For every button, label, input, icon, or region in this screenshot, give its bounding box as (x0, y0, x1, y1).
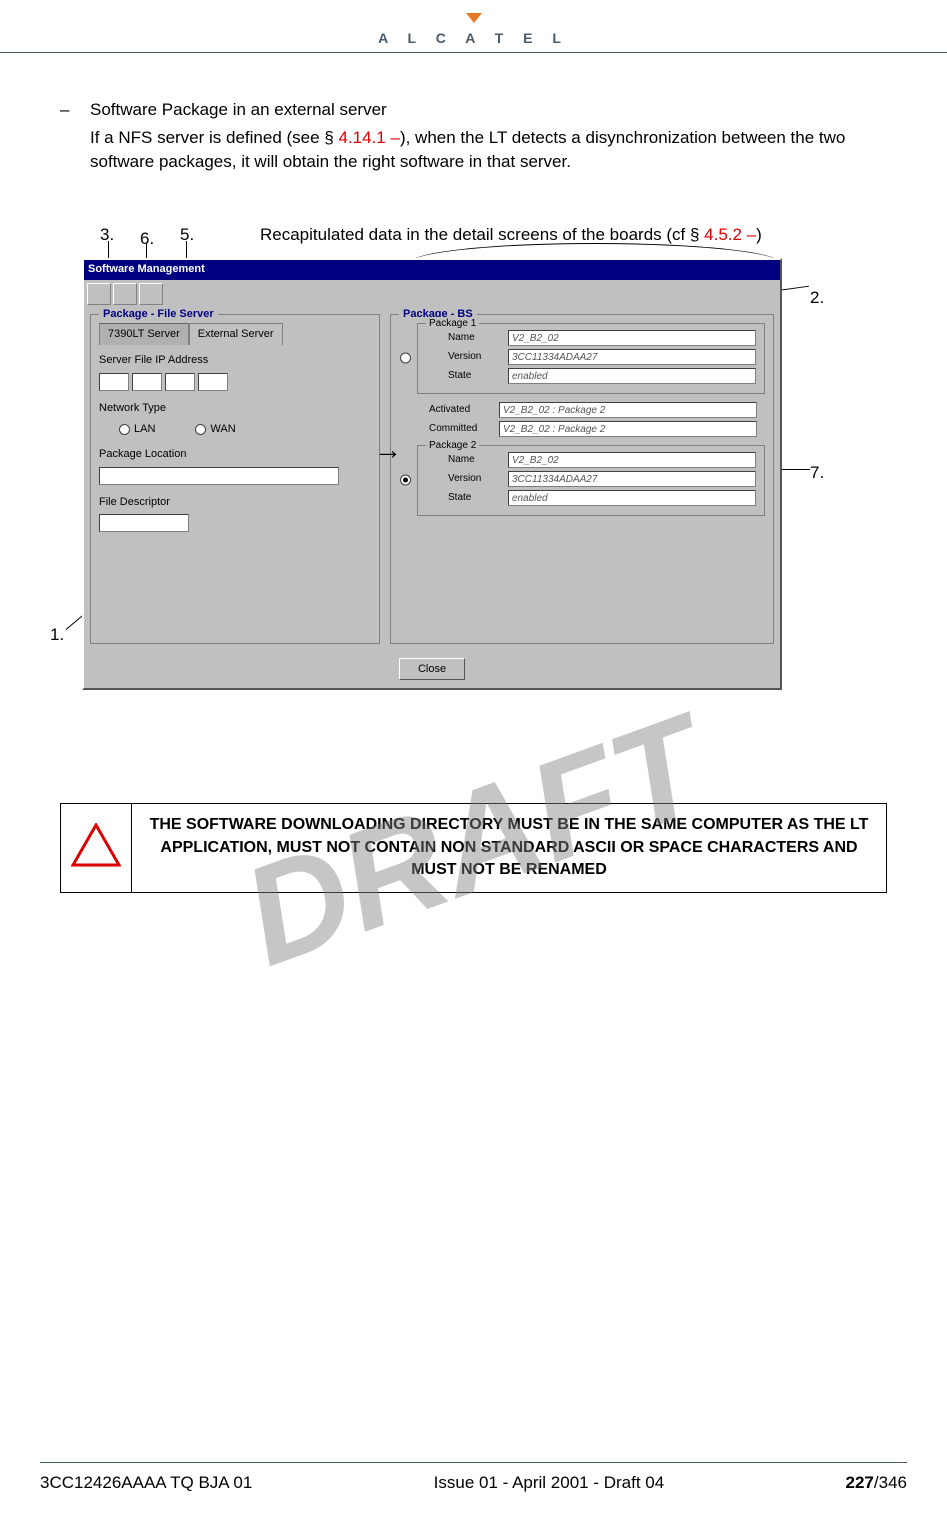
callout-6: 6. (140, 227, 154, 251)
version-label: Version (448, 350, 508, 364)
arrow-right-icon: → (374, 430, 402, 469)
bullet-description: If a NFS server is defined (see § 4.14.1… (60, 126, 887, 174)
package-2-radio[interactable] (400, 475, 411, 486)
close-button[interactable]: Close (399, 658, 465, 680)
activated-value: V2_B2_02 : Package 2 (499, 402, 757, 418)
name-label: Name (448, 453, 508, 467)
warning-text: THE SOFTWARE DOWNLOADING DIRECTORY MUST … (132, 804, 887, 892)
window-titlebar: Software Management (84, 260, 780, 279)
radio-wan[interactable]: WAN (195, 422, 235, 437)
footer-issue: Issue 01 - April 2001 - Draft 04 (434, 1473, 665, 1493)
radio-lan[interactable]: LAN (119, 422, 155, 437)
package-location-input[interactable] (99, 467, 339, 485)
state-label: State (448, 369, 508, 383)
page-content: – Software Package in an external server… (0, 58, 947, 893)
ip-octet-4-input[interactable] (198, 373, 228, 391)
version-label: Version (448, 472, 508, 486)
header-divider (0, 52, 947, 53)
software-management-window: Software Management Package - File Serve… (82, 258, 782, 689)
activated-label: Activated (429, 403, 499, 417)
package-location-label: Package Location (99, 447, 371, 462)
ip-octet-3-input[interactable] (165, 373, 195, 391)
group-title-file-server: Package - File Server (99, 307, 218, 322)
pkg1-name-value: V2_B2_02 (508, 330, 756, 346)
warning-box: THE SOFTWARE DOWNLOADING DIRECTORY MUST … (60, 803, 887, 892)
window-toolbar (84, 280, 780, 308)
footer-doc-id: 3CC12426AAAA TQ BJA 01 (40, 1473, 252, 1493)
figure-area: 3. 6. 5. 2. 7. 1. Recapitulated data in … (60, 223, 887, 763)
warning-triangle-icon (71, 823, 121, 867)
pkg2-name-value: V2_B2_02 (508, 452, 756, 468)
committed-value: V2_B2_02 : Package 2 (499, 421, 757, 437)
committed-label: Committed (429, 422, 499, 436)
network-type-label: Network Type (99, 401, 371, 416)
pkg2-version-value: 3CC11334ADAA27 (508, 471, 756, 487)
pkg2-state-value: enabled (508, 490, 756, 506)
bullet-title: Software Package in an external server (90, 98, 887, 122)
toolbar-button-1[interactable] (87, 283, 111, 305)
bullet-dash: – (60, 98, 90, 122)
package-bs-group: Package - BS Package 1 NameV2_B2_02 Vers… (390, 314, 774, 644)
pkg1-version-value: 3CC11334ADAA27 (508, 349, 756, 365)
package-1-radio[interactable] (400, 353, 411, 364)
callout-5: 5. (180, 223, 194, 247)
name-label: Name (448, 331, 508, 345)
toolbar-button-2[interactable] (113, 283, 137, 305)
radio-icon (119, 424, 130, 435)
callout-2: 2. (810, 286, 824, 310)
logo-text: A L C A T E L (0, 30, 947, 46)
radio-icon (195, 424, 206, 435)
ip-octet-1-input[interactable] (99, 373, 129, 391)
tab-7390lt-server[interactable]: 7390LT Server (99, 323, 189, 345)
package-file-server-group: Package - File Server 7390LT Server Exte… (90, 314, 380, 644)
toolbar-button-3[interactable] (139, 283, 163, 305)
footer-divider (40, 1462, 907, 1463)
logo-triangle-icon (466, 13, 482, 23)
cross-ref-link[interactable]: 4.14.1 – (339, 128, 400, 147)
recap-caption: Recapitulated data in the detail screens… (260, 223, 762, 247)
state-label: State (448, 491, 508, 505)
page-header-logo: A L C A T E L (0, 0, 947, 58)
callout-7: 7. (810, 461, 824, 485)
ip-octet-2-input[interactable] (132, 373, 162, 391)
page-footer: 3CC12426AAAA TQ BJA 01 Issue 01 - April … (0, 1462, 947, 1493)
pkg1-state-value: enabled (508, 368, 756, 384)
cross-ref-link-2[interactable]: 4.5.2 – (704, 225, 756, 244)
tab-external-server[interactable]: External Server (189, 323, 283, 345)
footer-page: 227/346 (846, 1473, 907, 1493)
package-2-title: Package 2 (426, 439, 479, 453)
package-1-title: Package 1 (426, 317, 479, 331)
callout-1: 1. (50, 623, 64, 647)
file-descriptor-input[interactable] (99, 514, 189, 532)
file-descriptor-label: File Descriptor (99, 495, 371, 510)
ip-address-label: Server File IP Address (99, 353, 371, 368)
